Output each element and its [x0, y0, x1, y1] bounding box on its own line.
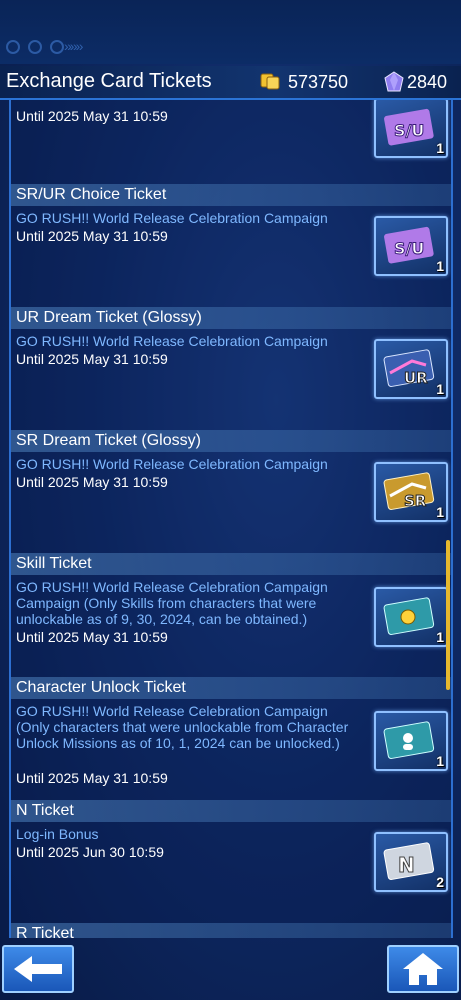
- home-button[interactable]: [387, 945, 459, 993]
- ticket-name: SR Dream Ticket (Glossy): [11, 430, 451, 452]
- svg-text:N: N: [398, 853, 415, 877]
- sr-ur-choice-ticket-icon[interactable]: S/U 1: [374, 216, 448, 276]
- ticket-name: UR Dream Ticket (Glossy): [11, 307, 451, 329]
- decorative-chevrons-icon: »»»: [64, 38, 83, 54]
- ticket-expiry: Until 2025 Jun 30 10:59: [16, 844, 164, 860]
- n-ticket-icon[interactable]: N 2: [374, 832, 448, 892]
- ticket-quantity: 1: [436, 753, 444, 769]
- ticket-expiry: Until 2025 May 31 10:59: [16, 108, 168, 124]
- ticket-name: Skill Ticket: [11, 553, 451, 575]
- top-decorative-band: »»»: [0, 0, 461, 64]
- ticket-expiry: Until 2025 May 31 10:59: [16, 228, 168, 244]
- ticket-name: Character Unlock Ticket: [11, 677, 451, 699]
- ticket-campaign: GO RUSH!! World Release Celebration Camp…: [16, 456, 328, 472]
- home-icon: [403, 953, 443, 985]
- gold-amount: 573750: [288, 72, 349, 92]
- ticket-campaign: GO RUSH!! World Release Celebration Camp…: [16, 210, 328, 226]
- scrollbar[interactable]: [446, 540, 450, 690]
- svg-text:S/U: S/U: [394, 121, 424, 140]
- ticket-quantity: 1: [436, 258, 444, 274]
- ur-dream-ticket-icon[interactable]: UR 1: [374, 339, 448, 399]
- ticket-quantity: 1: [436, 629, 444, 645]
- ticket-expiry: Until 2025 May 31 10:59: [16, 629, 168, 645]
- ticket-campaign: GO RUSH!! World Release Celebration Camp…: [16, 703, 349, 751]
- ticket-expiry: Until 2025 May 31 10:59: [16, 474, 168, 490]
- gem-amount: 2840: [407, 72, 448, 92]
- gold-coins-icon: [260, 73, 280, 90]
- svg-text:UR: UR: [404, 369, 428, 387]
- sr-dream-ticket-icon[interactable]: SR 1: [374, 462, 448, 522]
- header-bar: Exchange Card Tickets 573750 2840: [0, 66, 461, 100]
- page-title: Exchange Card Tickets: [6, 70, 212, 92]
- ticket-list[interactable]: Until 2025 May 31 10:59 S/U 1 SR/UR Choi…: [9, 100, 453, 938]
- ticket-name: R Ticket: [11, 923, 451, 938]
- sr-ur-choice-ticket-icon[interactable]: S/U 1: [374, 100, 448, 158]
- ticket-campaign: GO RUSH!! World Release Celebration Camp…: [16, 579, 328, 627]
- svg-text:SR: SR: [404, 492, 427, 510]
- ticket-campaign: GO RUSH!! World Release Celebration Camp…: [16, 333, 328, 349]
- decorative-circles: [6, 40, 64, 54]
- ticket-campaign: Log-in Bonus: [16, 826, 99, 842]
- svg-text:S/U: S/U: [394, 239, 424, 258]
- ticket-quantity: 1: [436, 504, 444, 520]
- skill-ticket-icon[interactable]: 1: [374, 587, 448, 647]
- ticket-expiry: Until 2025 May 31 10:59: [16, 351, 168, 367]
- back-button[interactable]: [2, 945, 74, 993]
- ticket-quantity: 1: [436, 140, 444, 156]
- ticket-expiry: Until 2025 May 31 10:59: [16, 770, 168, 786]
- gem-icon: [384, 71, 404, 92]
- ticket-name: N Ticket: [11, 800, 451, 822]
- ticket-quantity: 2: [436, 874, 444, 890]
- ticket-quantity: 1: [436, 381, 444, 397]
- character-unlock-ticket-icon[interactable]: 1: [374, 711, 448, 771]
- arrow-left-icon: [14, 956, 62, 982]
- ticket-name: SR/UR Choice Ticket: [11, 184, 451, 206]
